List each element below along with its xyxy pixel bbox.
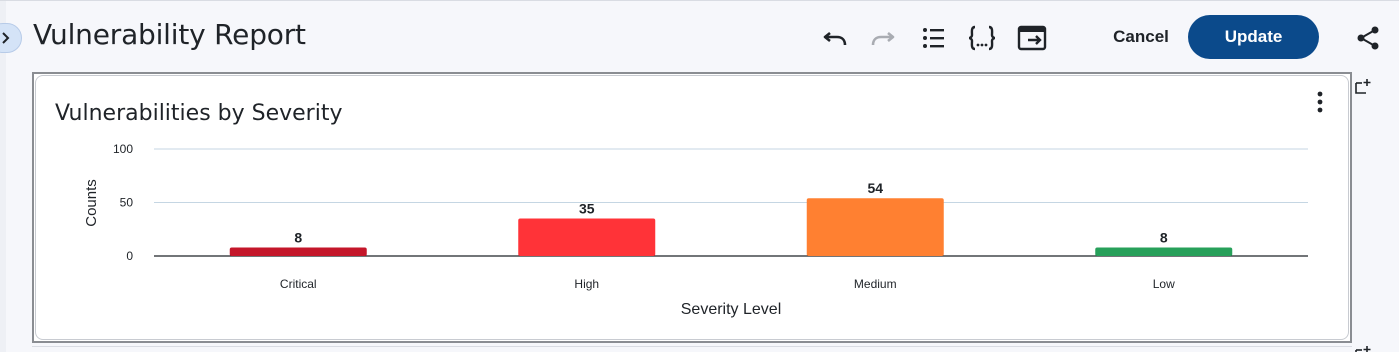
x-tick-label: Medium: [854, 277, 897, 291]
bar-critical: [229, 247, 367, 256]
data-label: 8: [1160, 229, 1168, 245]
bar-high: [518, 218, 656, 256]
x-tick-label: Critical: [280, 277, 317, 291]
y-axis-label: Counts: [83, 179, 100, 227]
x-axis-label: Severity Level: [681, 301, 782, 318]
x-tick-label: High: [574, 277, 599, 291]
severity-bar-chart: 0 50 100 8 Critical 35 High 54 Medium 8 Low Counts…: [83, 142, 1308, 318]
data-label: 35: [579, 201, 595, 217]
y-tick-label: 0: [126, 249, 133, 263]
bar-low: [1095, 247, 1233, 256]
y-tick-label: 50: [120, 196, 134, 210]
y-tick-label: 100: [113, 142, 133, 156]
data-label: 54: [867, 180, 883, 196]
data-label: 8: [294, 229, 302, 245]
bar-medium: [806, 198, 944, 256]
x-tick-label: Low: [1153, 277, 1175, 291]
